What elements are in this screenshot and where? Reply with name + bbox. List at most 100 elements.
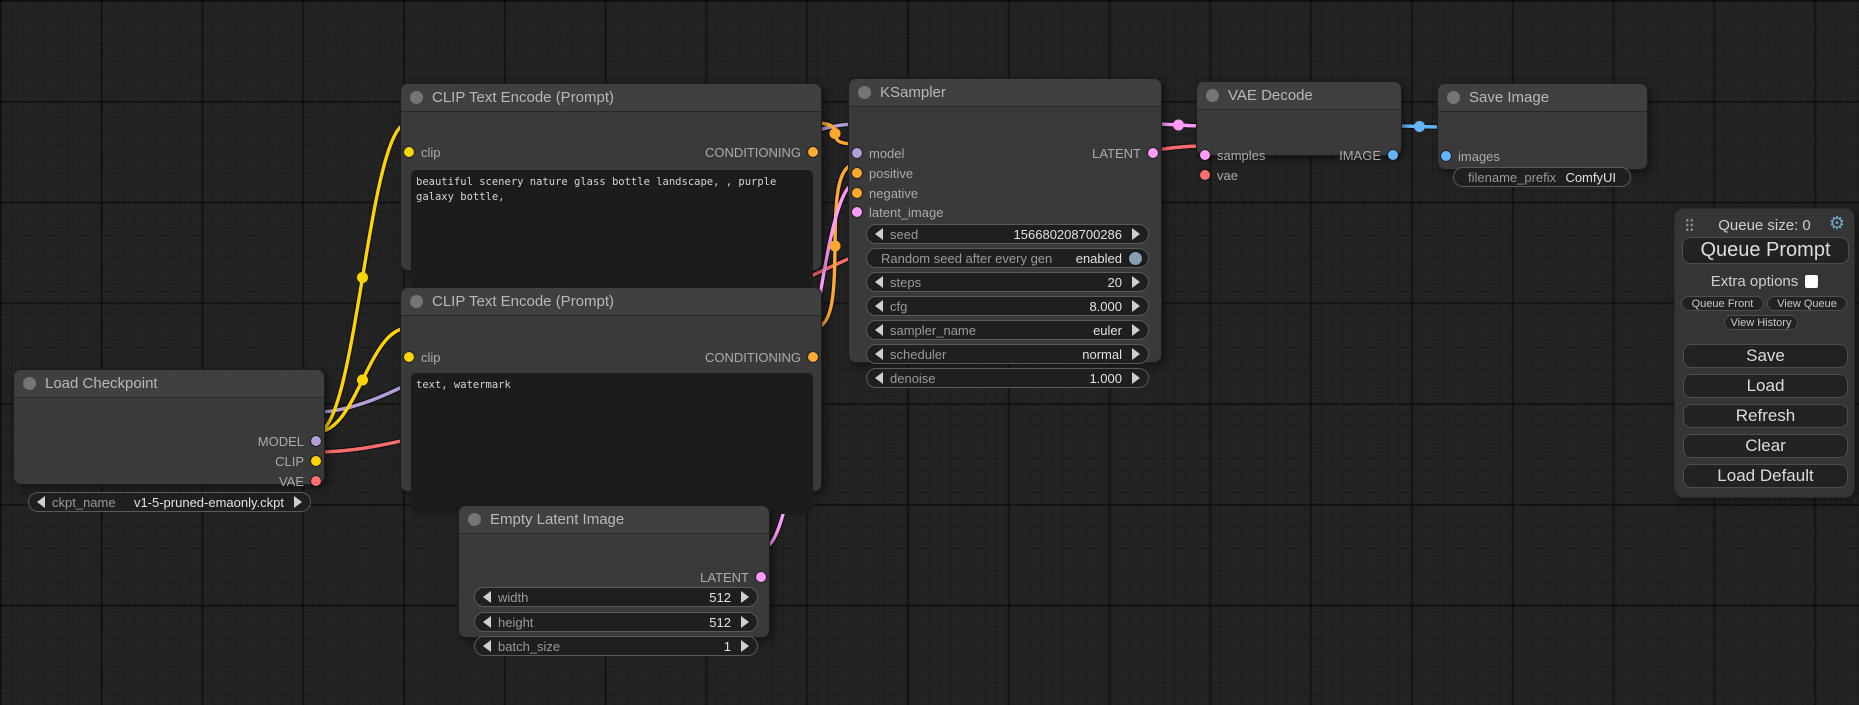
node-save-image[interactable]: Save Image images filename_prefix ComfyU… — [1437, 83, 1648, 170]
output-slot-latent[interactable]: LATENT — [1092, 143, 1161, 163]
node-title-bar[interactable]: CLIP Text Encode (Prompt) — [401, 288, 821, 316]
increment-arrow-icon[interactable] — [1132, 228, 1140, 240]
increment-arrow-icon[interactable] — [1132, 348, 1140, 360]
slot-dot-conditioning[interactable] — [808, 147, 818, 157]
output-slot-clip[interactable]: CLIP — [275, 451, 324, 471]
node-clip-text-encode-positive[interactable]: CLIP Text Encode (Prompt) clip CONDITION… — [400, 83, 822, 271]
decrement-arrow-icon[interactable] — [875, 228, 883, 240]
node-ksampler[interactable]: KSampler model positive negative latent_… — [848, 78, 1162, 363]
slot-dot-conditioning[interactable] — [852, 168, 862, 178]
collapse-dot-icon[interactable] — [1447, 91, 1460, 104]
node-title-bar[interactable]: Save Image — [1438, 84, 1647, 112]
decrement-arrow-icon[interactable] — [875, 324, 883, 336]
increment-arrow-icon[interactable] — [741, 616, 749, 628]
output-slot-image[interactable]: IMAGE — [1339, 145, 1401, 165]
increment-arrow-icon[interactable] — [294, 496, 302, 508]
slot-dot-latent[interactable] — [852, 207, 862, 217]
widget-random-seed-toggle[interactable]: Random seed after every gen enabled — [866, 248, 1149, 268]
node-title-bar[interactable]: VAE Decode — [1197, 82, 1401, 110]
prompt-textarea[interactable]: beautiful scenery nature glass bottle la… — [411, 170, 813, 291]
input-slot-samples[interactable]: samples — [1197, 145, 1265, 165]
collapse-dot-icon[interactable] — [858, 86, 871, 99]
widget-batch-size[interactable]: batch_size 1 — [474, 636, 758, 656]
widget-steps[interactable]: steps 20 — [866, 272, 1149, 292]
output-slot-vae[interactable]: VAE — [279, 471, 324, 491]
output-slot-latent[interactable]: LATENT — [700, 567, 769, 587]
slot-dot-model[interactable] — [852, 148, 862, 158]
slot-dot-clip[interactable] — [404, 147, 414, 157]
increment-arrow-icon[interactable] — [1132, 372, 1140, 384]
widget-seed[interactable]: seed 156680208700286 — [866, 224, 1149, 244]
slot-dot-latent[interactable] — [756, 572, 766, 582]
save-button[interactable]: Save — [1683, 344, 1848, 368]
widget-filename-prefix[interactable]: filename_prefix ComfyUI — [1453, 167, 1631, 187]
increment-arrow-icon[interactable] — [741, 640, 749, 652]
decrement-arrow-icon[interactable] — [483, 591, 491, 603]
input-slot-positive[interactable]: positive — [849, 163, 913, 183]
decrement-arrow-icon[interactable] — [483, 640, 491, 652]
widget-width[interactable]: width 512 — [474, 587, 758, 607]
node-load-checkpoint[interactable]: Load Checkpoint MODEL CLIP VAE ckpt_name… — [13, 369, 325, 485]
decrement-arrow-icon[interactable] — [875, 276, 883, 288]
input-slot-latent-image[interactable]: latent_image — [849, 202, 943, 222]
decrement-arrow-icon[interactable] — [483, 616, 491, 628]
refresh-button[interactable]: Refresh — [1683, 404, 1848, 428]
node-title-bar[interactable]: Empty Latent Image — [459, 506, 769, 534]
queue-prompt-button[interactable]: Queue Prompt — [1682, 237, 1849, 264]
slot-dot-vae[interactable] — [311, 476, 321, 486]
slot-dot-vae[interactable] — [1200, 170, 1210, 180]
node-title-bar[interactable]: CLIP Text Encode (Prompt) — [401, 84, 821, 112]
increment-arrow-icon[interactable] — [1132, 276, 1140, 288]
toggle-dot-icon[interactable] — [1129, 252, 1142, 265]
prompt-textarea[interactable]: text, watermark — [411, 373, 813, 514]
decrement-arrow-icon[interactable] — [37, 496, 45, 508]
extra-options-checkbox[interactable] — [1805, 275, 1818, 288]
increment-arrow-icon[interactable] — [741, 591, 749, 603]
collapse-dot-icon[interactable] — [1206, 89, 1219, 102]
widget-sampler-name[interactable]: sampler_name euler — [866, 320, 1149, 340]
load-button[interactable]: Load — [1683, 374, 1848, 398]
output-slot-model[interactable]: MODEL — [258, 431, 324, 451]
slot-dot-clip[interactable] — [311, 456, 321, 466]
increment-arrow-icon[interactable] — [1132, 324, 1140, 336]
slot-dot-conditioning[interactable] — [852, 188, 862, 198]
node-clip-text-encode-negative[interactable]: CLIP Text Encode (Prompt) clip CONDITION… — [400, 287, 822, 492]
input-slot-clip[interactable]: clip — [401, 347, 441, 367]
view-queue-button[interactable]: View Queue — [1767, 296, 1847, 311]
gear-icon[interactable]: ⚙ — [1829, 214, 1845, 232]
drag-handle-icon[interactable] — [1685, 218, 1694, 232]
slot-dot-image[interactable] — [1441, 151, 1451, 161]
input-slot-vae[interactable]: vae — [1197, 165, 1238, 185]
slot-dot-latent[interactable] — [1200, 150, 1210, 160]
slot-dot-image[interactable] — [1388, 150, 1398, 160]
slot-dot-clip[interactable] — [404, 352, 414, 362]
widget-scheduler[interactable]: scheduler normal — [866, 344, 1149, 364]
collapse-dot-icon[interactable] — [410, 91, 423, 104]
collapse-dot-icon[interactable] — [23, 377, 36, 390]
decrement-arrow-icon[interactable] — [875, 372, 883, 384]
node-title-bar[interactable]: KSampler — [849, 79, 1161, 107]
view-history-button[interactable]: View History — [1724, 315, 1798, 330]
input-slot-images[interactable]: images — [1438, 146, 1500, 166]
widget-denoise[interactable]: denoise 1.000 — [866, 368, 1149, 388]
collapse-dot-icon[interactable] — [468, 513, 481, 526]
comfyui-canvas[interactable]: { "colors": { "model": "#B39DDB", "clip"… — [0, 0, 1859, 705]
output-slot-conditioning[interactable]: CONDITIONING — [705, 347, 821, 367]
slot-dot-latent[interactable] — [1148, 148, 1158, 158]
queue-front-button[interactable]: Queue Front — [1681, 296, 1764, 311]
input-slot-model[interactable]: model — [849, 143, 904, 163]
widget-ckpt-name[interactable]: ckpt_name v1-5-pruned-emaonly.ckpt — [28, 492, 311, 512]
decrement-arrow-icon[interactable] — [875, 300, 883, 312]
decrement-arrow-icon[interactable] — [875, 348, 883, 360]
load-default-button[interactable]: Load Default — [1683, 464, 1848, 488]
queue-panel[interactable]: Queue size: 0 ⚙ Queue Prompt Extra optio… — [1674, 208, 1855, 498]
input-slot-negative[interactable]: negative — [849, 183, 918, 203]
slot-dot-model[interactable] — [311, 436, 321, 446]
node-vae-decode[interactable]: VAE Decode samples vae IMAGE — [1196, 81, 1402, 156]
input-slot-clip[interactable]: clip — [401, 142, 441, 162]
clear-button[interactable]: Clear — [1683, 434, 1848, 458]
node-title-bar[interactable]: Load Checkpoint — [14, 370, 324, 398]
increment-arrow-icon[interactable] — [1132, 300, 1140, 312]
widget-cfg[interactable]: cfg 8.000 — [866, 296, 1149, 316]
node-empty-latent-image[interactable]: Empty Latent Image LATENT width 512 heig… — [458, 505, 770, 638]
